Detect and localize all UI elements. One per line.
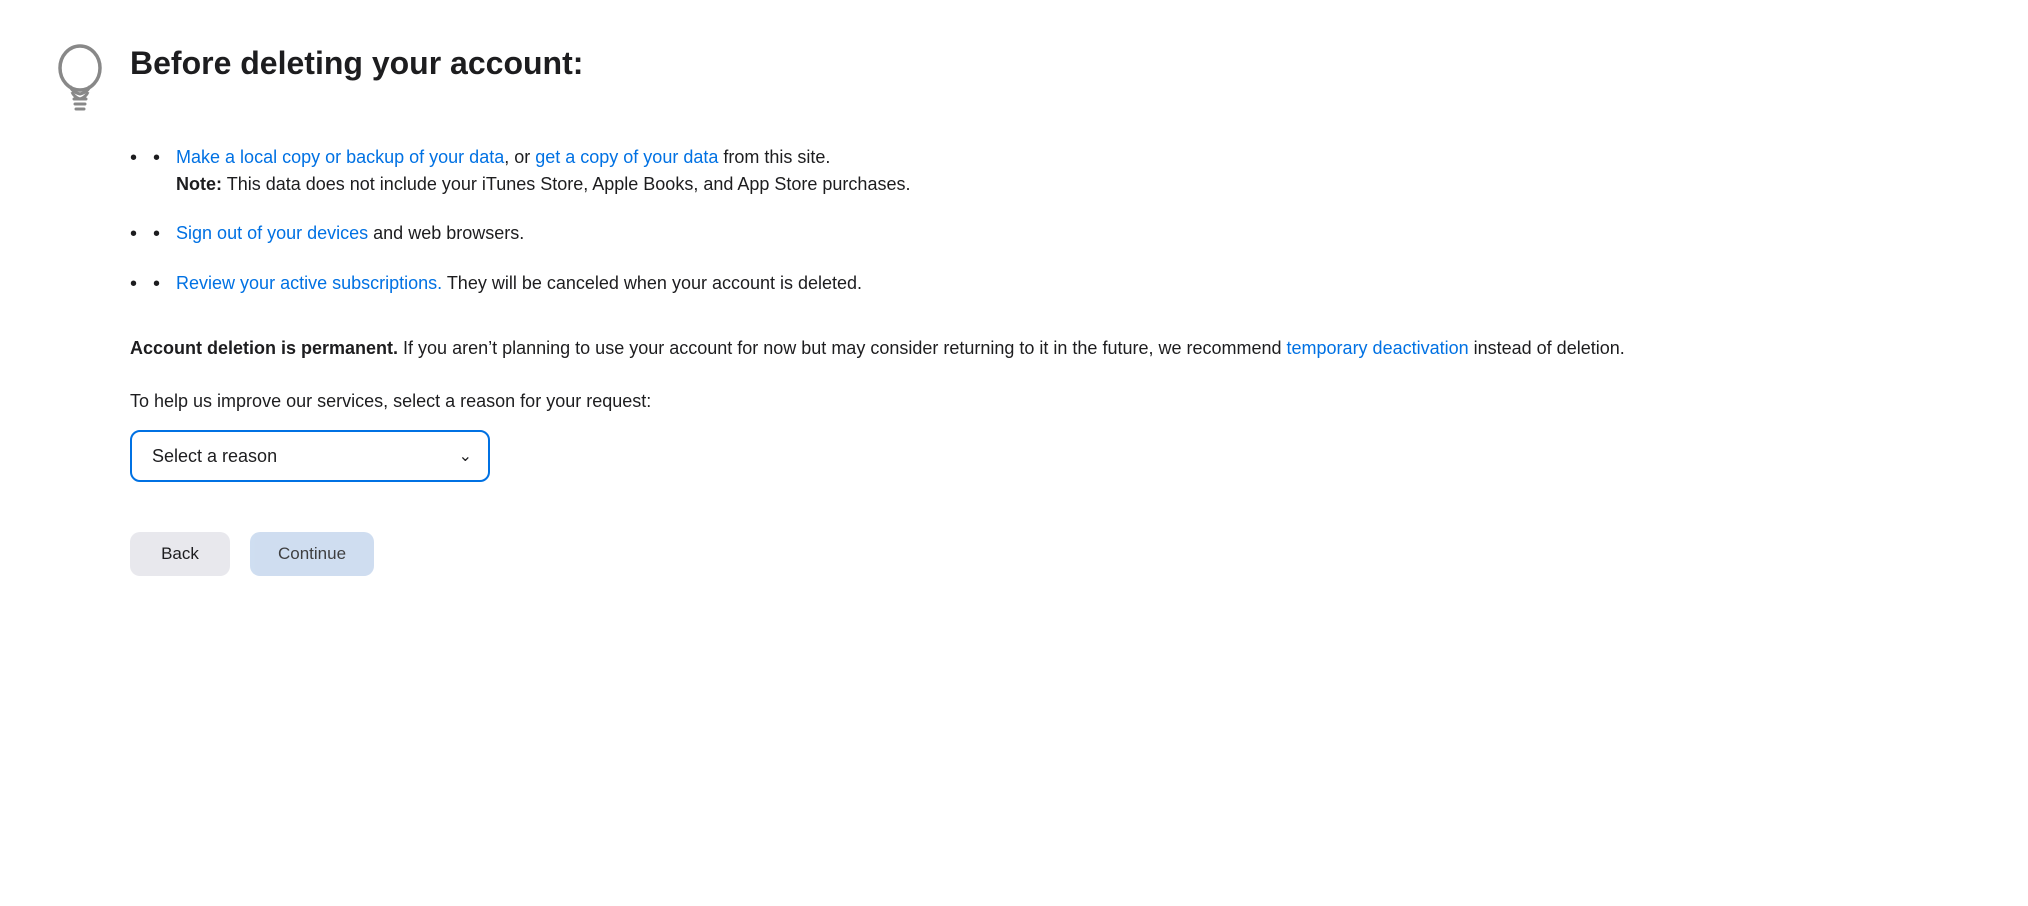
bullet-text-backup: Make a local copy or backup of your data… — [176, 144, 910, 198]
permanent-end: instead of deletion. — [1469, 338, 1625, 358]
link-deactivation[interactable]: temporary deactivation — [1287, 338, 1469, 358]
suffix-from-site: from this site. — [718, 147, 830, 167]
suffix-canceled: They will be canceled when your account … — [442, 273, 862, 293]
list-item-signout: • Sign out of your devices and web brows… — [130, 220, 1978, 248]
link-subscriptions[interactable]: Review your active subscriptions. — [176, 273, 442, 293]
suffix-browsers: and web browsers. — [368, 223, 524, 243]
note-body: This data does not include your iTunes S… — [222, 174, 910, 194]
header-section: Before deleting your account: — [50, 40, 1978, 112]
select-wrapper: Select a reasonI have a privacy concernI… — [130, 430, 490, 482]
button-row: Back Continue — [130, 532, 1978, 576]
bullet-dot: • — [153, 144, 160, 172]
link-sign-out[interactable]: Sign out of your devices — [176, 223, 368, 243]
separator-text: , or — [504, 147, 535, 167]
permanent-body: If you aren’t planning to use your accou… — [398, 338, 1286, 358]
content-section: • Make a local copy or backup of your da… — [50, 144, 1978, 576]
continue-button[interactable]: Continue — [250, 532, 374, 576]
bullet-text-signout: Sign out of your devices and web browser… — [176, 220, 524, 247]
link-backup-local[interactable]: Make a local copy or backup of your data — [176, 147, 504, 167]
bullet-dot-3: • — [153, 270, 160, 298]
back-button[interactable]: Back — [130, 532, 230, 576]
reason-select[interactable]: Select a reasonI have a privacy concernI… — [130, 430, 490, 482]
page-title: Before deleting your account: — [130, 40, 583, 82]
bulb-icon — [50, 42, 110, 112]
note-label: Note: — [176, 174, 222, 194]
permanent-bold: Account deletion is permanent. — [130, 338, 398, 358]
bullet-dot-2: • — [153, 220, 160, 248]
permanent-section: Account deletion is permanent. If you ar… — [130, 334, 1630, 363]
list-item-subscriptions: • Review your active subscriptions. They… — [130, 270, 1978, 298]
list-item-backup: • Make a local copy or backup of your da… — [130, 144, 1978, 198]
reason-prompt: To help us improve our services, select … — [130, 391, 1978, 412]
bullet-list: • Make a local copy or backup of your da… — [130, 144, 1978, 298]
bullet-text-subscriptions: Review your active subscriptions. They w… — [176, 270, 862, 297]
link-get-copy[interactable]: get a copy of your data — [535, 147, 718, 167]
